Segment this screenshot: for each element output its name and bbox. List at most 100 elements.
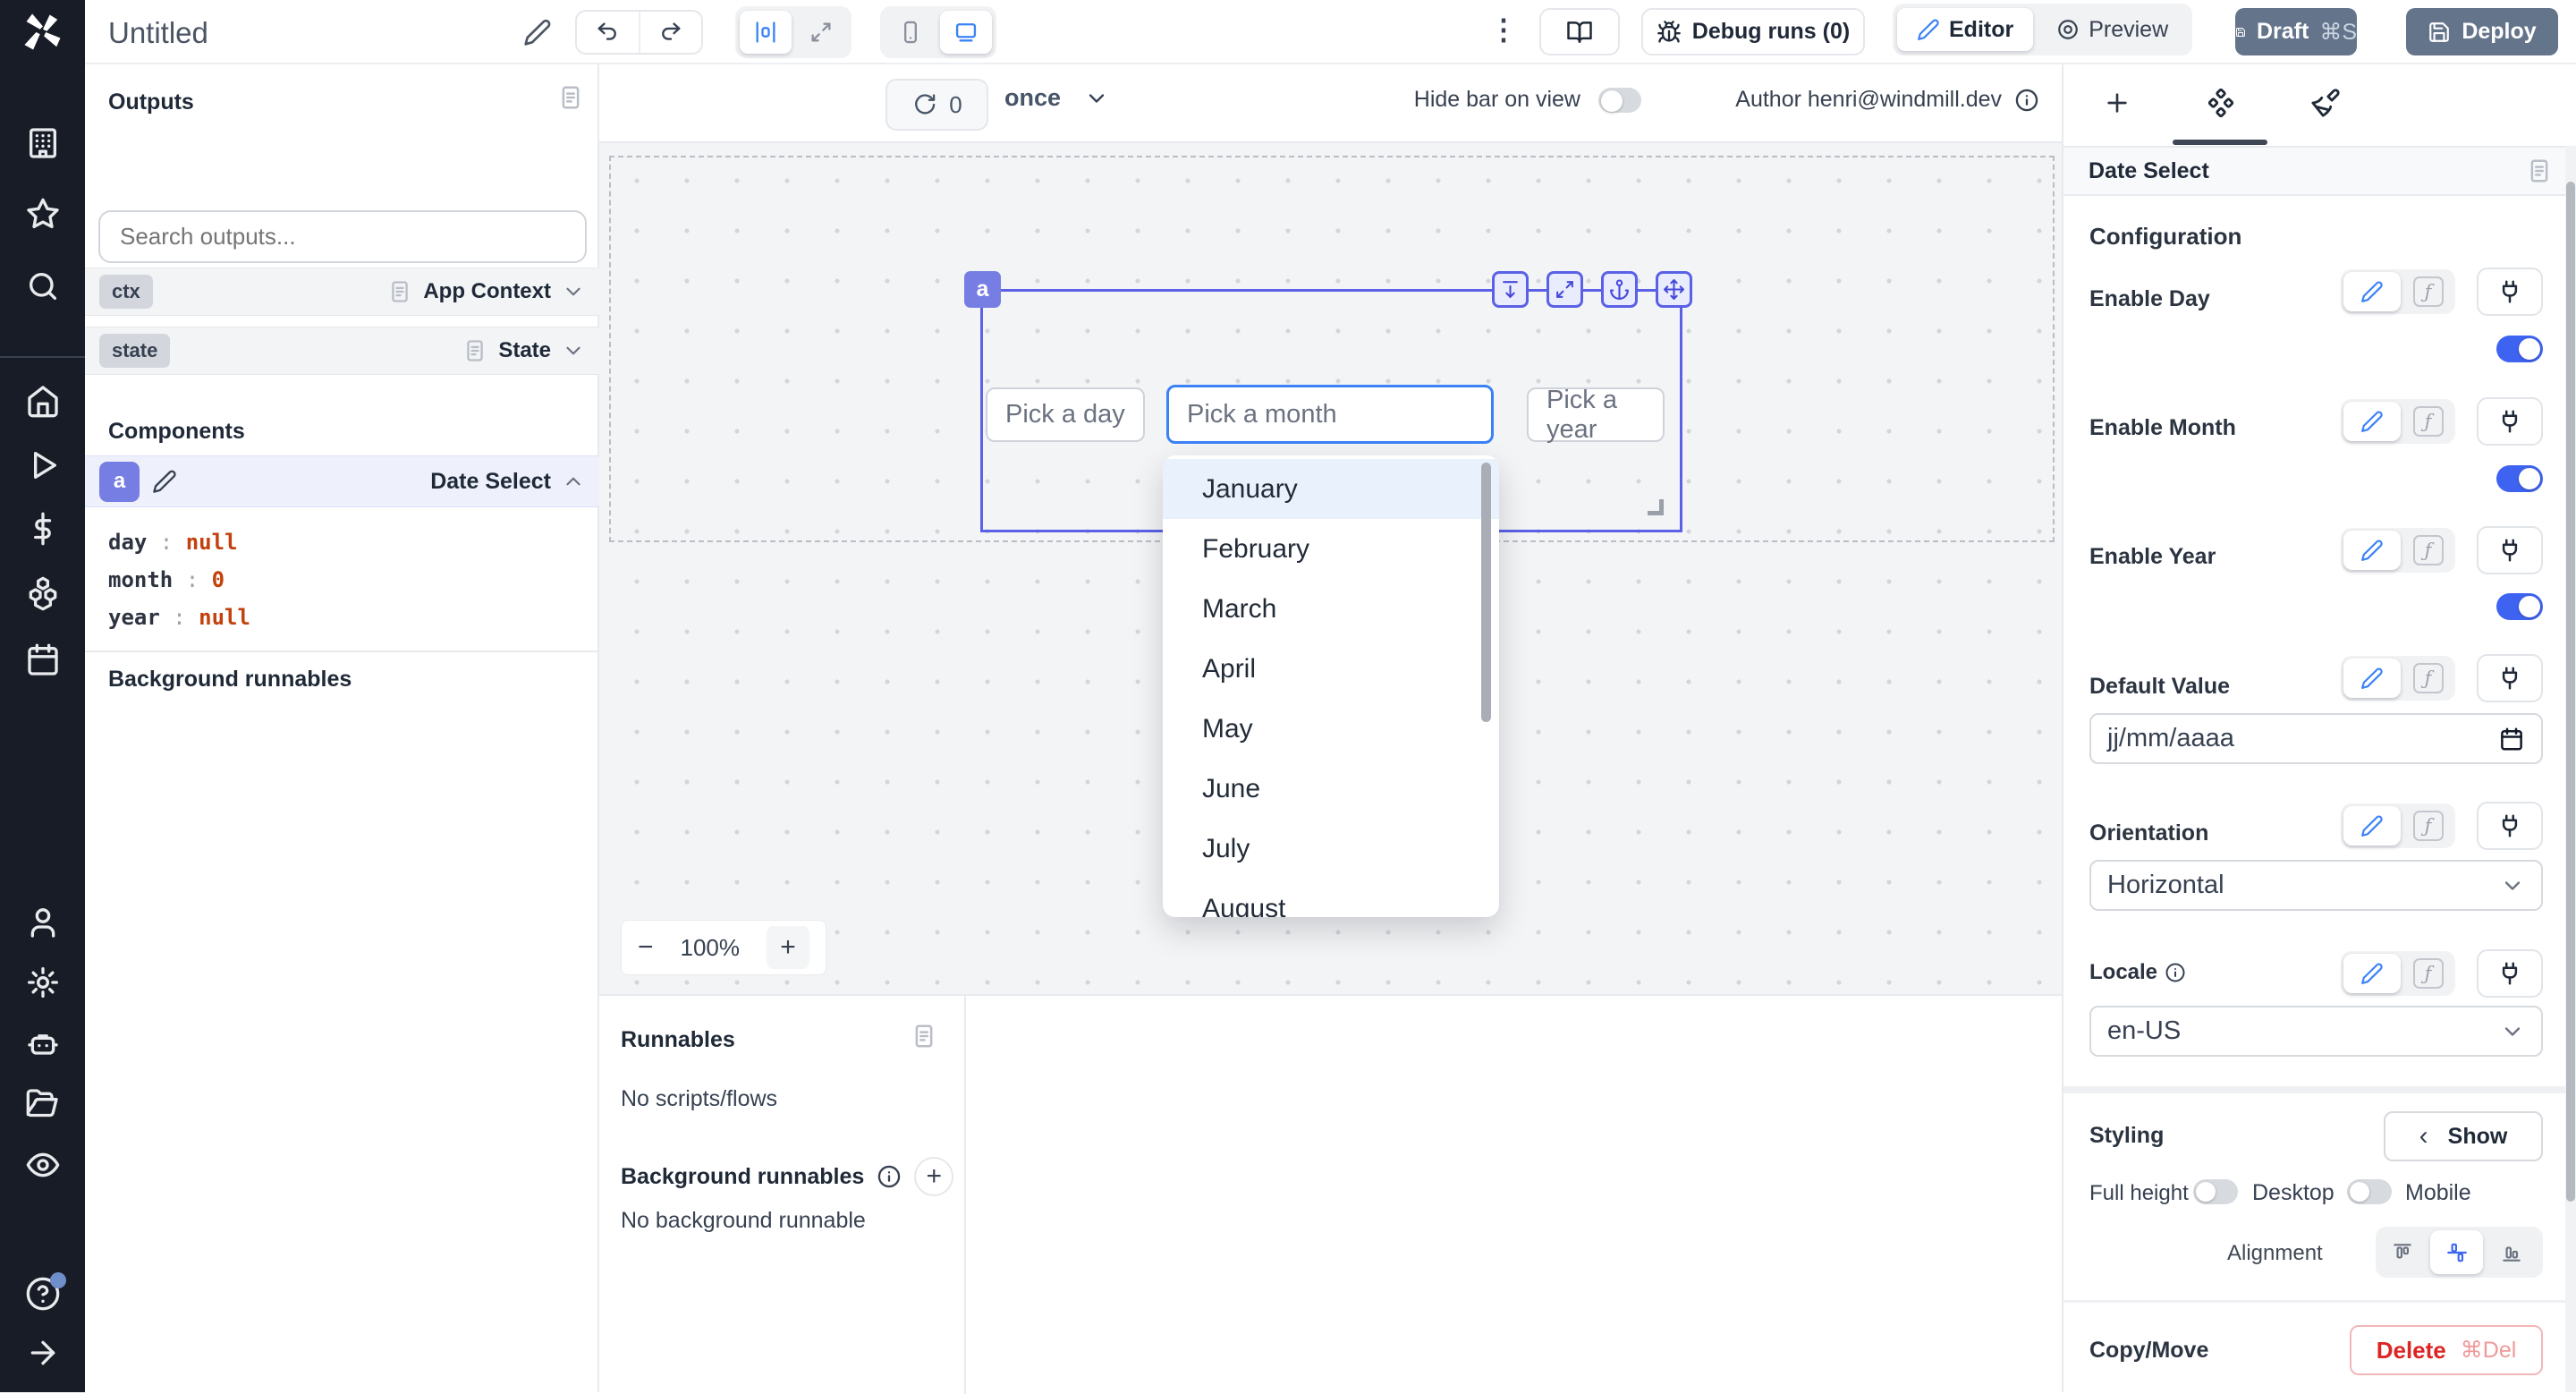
expand-tool-button[interactable] bbox=[1546, 271, 1583, 308]
month-option[interactable]: July bbox=[1163, 819, 1499, 879]
kebab-menu-icon[interactable]: ⋮ bbox=[1489, 13, 1520, 47]
draft-button[interactable]: Draft ⌘S bbox=[2235, 8, 2357, 55]
static-mode-button[interactable] bbox=[2343, 806, 2401, 846]
resources-boxes-icon[interactable] bbox=[25, 575, 61, 611]
align-center-button[interactable] bbox=[2430, 1230, 2483, 1274]
static-mode-button[interactable] bbox=[2343, 402, 2401, 441]
default-value-connect-button[interactable] bbox=[2477, 654, 2543, 702]
static-mode-button[interactable] bbox=[2343, 659, 2401, 698]
output-line[interactable]: day : null bbox=[108, 523, 599, 561]
fill-height-tool-button[interactable] bbox=[1492, 271, 1529, 308]
anchor-tool-button[interactable] bbox=[1601, 271, 1638, 308]
dropdown-scrollbar[interactable] bbox=[1481, 463, 1491, 722]
month-option[interactable]: April bbox=[1163, 639, 1499, 699]
locale-connect-button[interactable] bbox=[2477, 949, 2543, 998]
year-select-input[interactable]: Pick a year bbox=[1527, 387, 1665, 442]
component-settings-tab[interactable] bbox=[2206, 88, 2236, 118]
insert-component-plus-tab[interactable] bbox=[2103, 89, 2131, 117]
day-select-input[interactable]: Pick a day bbox=[986, 387, 1145, 442]
settings-gear-icon[interactable] bbox=[25, 965, 61, 1000]
locale-select[interactable]: en-US bbox=[2089, 1006, 2543, 1057]
state-row[interactable]: state State bbox=[85, 327, 599, 375]
fx-mode-button[interactable]: ƒ bbox=[2401, 406, 2455, 437]
static-mode-button[interactable] bbox=[2343, 531, 2401, 570]
calendar-icon[interactable] bbox=[2498, 726, 2525, 752]
workspace-building-icon[interactable] bbox=[25, 125, 61, 161]
month-option[interactable]: January bbox=[1163, 459, 1499, 519]
ai-robot-icon[interactable] bbox=[25, 1026, 61, 1062]
zoom-out-button[interactable]: − bbox=[638, 932, 654, 963]
favorites-star-icon[interactable] bbox=[25, 196, 61, 232]
info-icon[interactable] bbox=[877, 1164, 902, 1189]
enable-day-connect-button[interactable] bbox=[2477, 268, 2543, 316]
run-mode-select[interactable]: once bbox=[1004, 84, 1109, 112]
runnables-doc-icon[interactable] bbox=[911, 1023, 937, 1050]
editor-tab[interactable]: Editor bbox=[1897, 8, 2033, 51]
fullscreen-expand-button[interactable] bbox=[795, 11, 847, 54]
full-height-toggle[interactable] bbox=[2193, 1179, 2238, 1204]
desktop-mobile-toggle[interactable] bbox=[2347, 1179, 2392, 1204]
static-mode-button[interactable] bbox=[2343, 954, 2401, 993]
search-icon[interactable] bbox=[25, 268, 61, 304]
static-mode-button[interactable] bbox=[2343, 272, 2401, 311]
component-doc-icon[interactable] bbox=[2526, 157, 2553, 184]
output-line[interactable]: month : 0 bbox=[108, 561, 599, 599]
edit-title-pencil-icon[interactable] bbox=[523, 18, 552, 47]
runs-play-icon[interactable] bbox=[25, 447, 61, 483]
audit-eye-icon[interactable] bbox=[25, 1147, 61, 1183]
home-icon[interactable] bbox=[25, 383, 61, 419]
panel-scrollbar[interactable] bbox=[2565, 146, 2576, 1392]
orientation-connect-button[interactable] bbox=[2477, 802, 2543, 850]
mobile-view-button[interactable] bbox=[885, 11, 936, 54]
fx-mode-button[interactable]: ƒ bbox=[2401, 663, 2455, 693]
styling-show-button[interactable]: ‹ Show bbox=[2384, 1111, 2543, 1161]
align-bottom-button[interactable] bbox=[2485, 1230, 2538, 1274]
orientation-select[interactable]: Horizontal bbox=[2089, 860, 2543, 911]
debug-runs-button[interactable]: Debug runs (0) bbox=[1641, 8, 1865, 55]
output-line[interactable]: year : null bbox=[108, 599, 599, 636]
folders-icon[interactable] bbox=[25, 1086, 61, 1122]
month-option[interactable]: March bbox=[1163, 579, 1499, 639]
windmill-logo[interactable] bbox=[0, 0, 85, 64]
enable-year-toggle[interactable] bbox=[2496, 593, 2543, 620]
enable-month-toggle[interactable] bbox=[2496, 465, 2543, 492]
resize-handle[interactable] bbox=[1648, 499, 1664, 515]
users-person-icon[interactable] bbox=[25, 905, 61, 940]
enable-day-toggle[interactable] bbox=[2496, 336, 2543, 362]
add-background-runnable-button[interactable]: + bbox=[914, 1157, 953, 1196]
enable-year-connect-button[interactable] bbox=[2477, 526, 2543, 574]
docs-book-button[interactable] bbox=[1539, 8, 1620, 55]
search-outputs-input[interactable] bbox=[98, 210, 587, 263]
month-select-input[interactable]: Pick a month bbox=[1166, 385, 1494, 444]
theme-brush-tab[interactable] bbox=[2310, 88, 2341, 118]
info-icon[interactable] bbox=[2165, 962, 2186, 983]
fx-mode-button[interactable]: ƒ bbox=[2401, 535, 2455, 565]
preview-tab[interactable]: Preview bbox=[2037, 8, 2188, 51]
variables-dollar-icon[interactable] bbox=[25, 511, 61, 547]
move-tool-button[interactable] bbox=[1656, 271, 1692, 308]
center-content-button[interactable] bbox=[740, 11, 792, 54]
schedules-calendar-icon[interactable] bbox=[25, 642, 61, 678]
fx-mode-button[interactable]: ƒ bbox=[2401, 811, 2455, 841]
ctx-row[interactable]: ctx App Context bbox=[85, 268, 599, 316]
deploy-button[interactable]: Deploy bbox=[2406, 8, 2558, 55]
delete-component-button[interactable]: Delete ⌘Del bbox=[2350, 1325, 2543, 1375]
help-icon[interactable] bbox=[25, 1276, 61, 1312]
redo-button[interactable] bbox=[640, 12, 702, 53]
panel-scrollbar-thumb[interactable] bbox=[2566, 182, 2575, 1202]
fx-mode-button[interactable]: ƒ bbox=[2401, 276, 2455, 307]
zoom-in-button[interactable]: + bbox=[767, 926, 809, 969]
outputs-doc-icon[interactable] bbox=[557, 84, 584, 111]
expand-rail-arrow-icon[interactable] bbox=[25, 1335, 61, 1371]
app-canvas[interactable]: a Pick a day Pick a month Pick a year Ja… bbox=[599, 143, 2062, 994]
hide-bar-toggle[interactable] bbox=[1598, 88, 1641, 113]
enable-month-connect-button[interactable] bbox=[2477, 397, 2543, 446]
info-icon[interactable] bbox=[2014, 88, 2039, 113]
month-option[interactable]: February bbox=[1163, 519, 1499, 579]
align-top-button[interactable] bbox=[2376, 1230, 2428, 1274]
undo-button[interactable] bbox=[577, 12, 640, 53]
component-row[interactable]: a Date Select bbox=[85, 455, 599, 507]
desktop-view-button[interactable] bbox=[940, 11, 992, 54]
month-option[interactable]: May bbox=[1163, 699, 1499, 759]
rename-pencil-icon[interactable] bbox=[152, 469, 177, 494]
